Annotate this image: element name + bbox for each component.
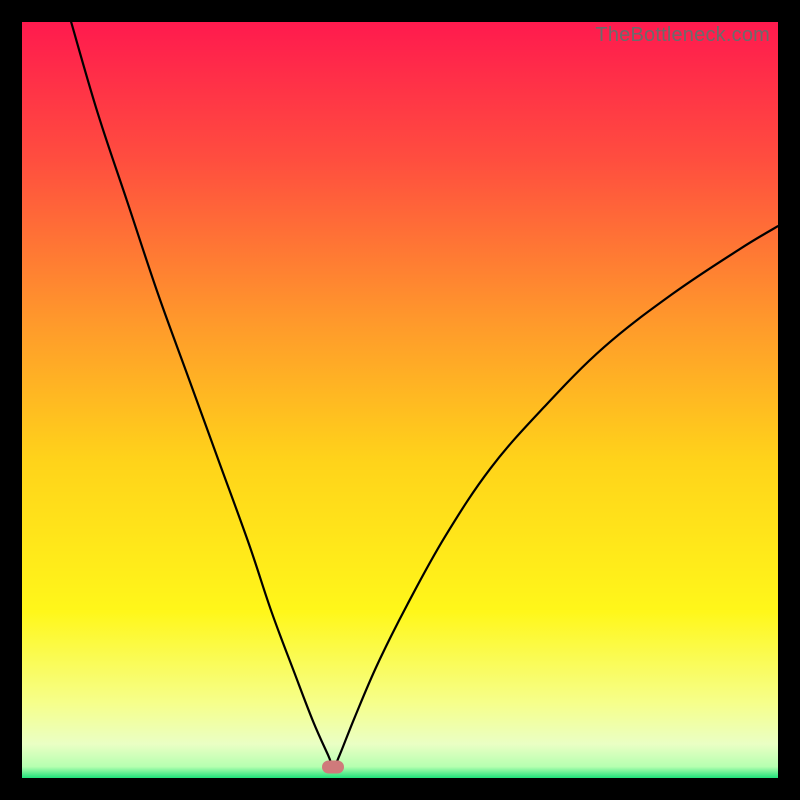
watermark-text: TheBottleneck.com: [595, 24, 770, 47]
optimal-point-marker: [322, 760, 344, 773]
chart-frame: TheBottleneck.com: [22, 22, 778, 778]
gradient-background: [22, 22, 778, 778]
bottleneck-plot: [22, 22, 778, 778]
